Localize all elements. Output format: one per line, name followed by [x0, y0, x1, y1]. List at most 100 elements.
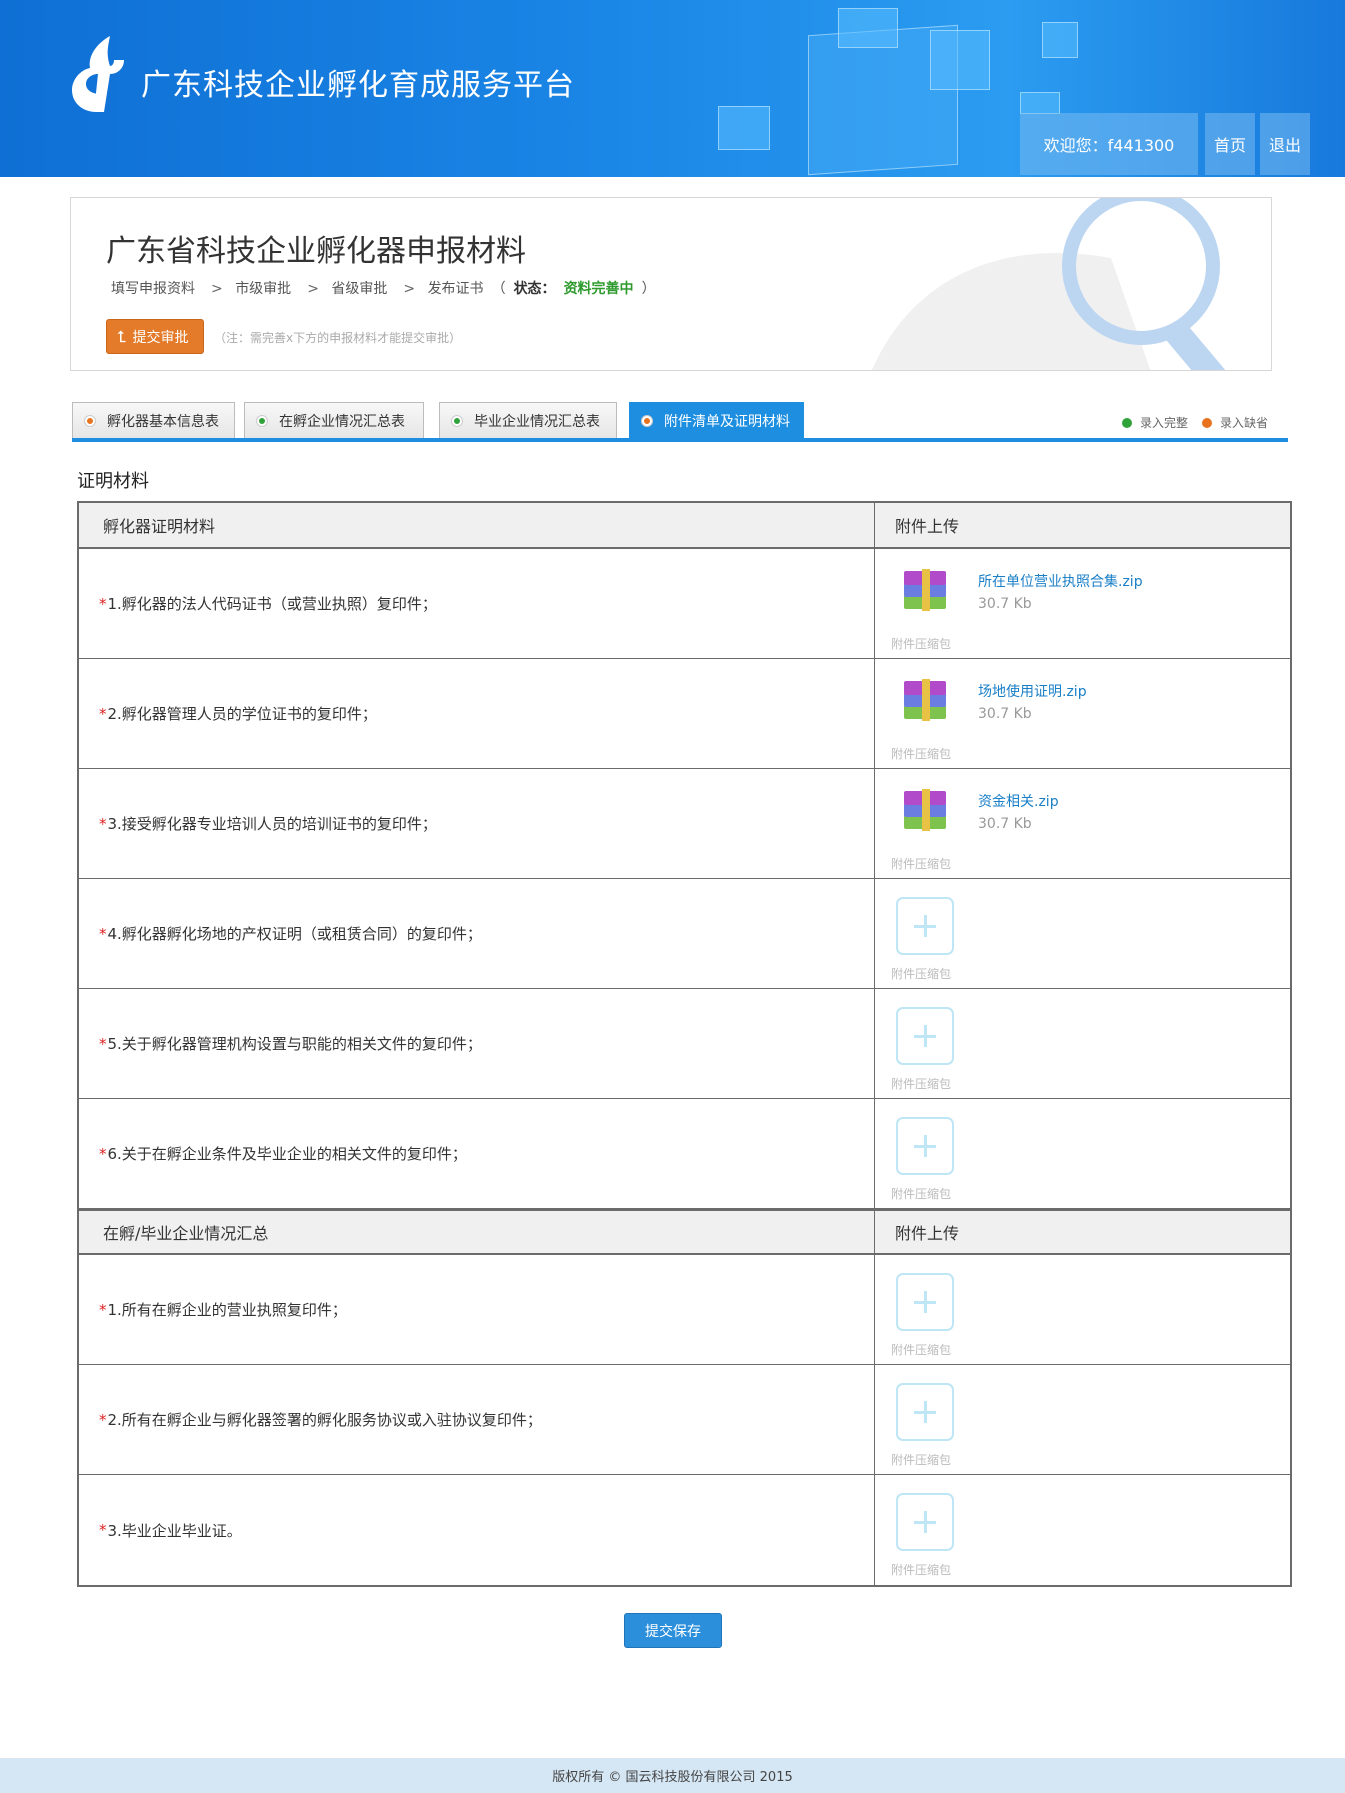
upload-hint: 附件压缩包	[891, 747, 952, 761]
material-text: 3.毕业企业毕业证。	[107, 1521, 242, 1540]
application-summary-card: 广东省科技企业孵化器申报材料 填写申报资料 > 市级审批 > 省级审批 > 发布证书 （…	[70, 197, 1272, 371]
welcome-user: 欢迎您：f441300	[1020, 113, 1198, 175]
state-label: 状态：	[513, 281, 556, 297]
plus-icon	[923, 915, 927, 937]
attachment-link[interactable]: 所在单位营业执照合集.zip	[978, 571, 1143, 591]
header-enterprise-summary: 在孵/毕业企业情况汇总	[79, 1211, 875, 1253]
tab-label: 在孵企业情况汇总表	[279, 413, 405, 430]
table-header: 在孵/毕业企业情况汇总 附件上传	[79, 1209, 1290, 1255]
header-upload: 附件上传	[895, 517, 960, 536]
table-header: 孵化器证明材料 附件上传	[79, 503, 1290, 549]
save-button[interactable]: 提交保存	[624, 1613, 722, 1648]
upload-hint: 附件压缩包	[891, 1077, 952, 1091]
add-attachment-button[interactable]	[896, 1383, 954, 1441]
material-description: * 4.孵化器孵化场地的产权证明（或租赁合同）的复印件；	[79, 879, 875, 988]
required-mark: *	[99, 1034, 107, 1053]
zip-archive-icon[interactable]	[898, 675, 952, 729]
table-row: * 4.孵化器孵化场地的产权证明（或租赁合同）的复印件； 附件压缩包	[79, 879, 1290, 989]
upload-cell: 附件压缩包	[875, 1475, 1290, 1585]
material-text: 5.关于孵化器管理机构设置与职能的相关文件的复印件；	[107, 1035, 482, 1053]
submit-note: （注：需完善x下方的申报材料才能提交审批）	[214, 331, 462, 345]
add-attachment-button[interactable]	[896, 1273, 954, 1331]
table-row: * 5.关于孵化器管理机构设置与职能的相关文件的复印件； 附件压缩包	[79, 989, 1290, 1099]
upload-hint: 附件压缩包	[891, 637, 952, 651]
legend-incomplete: 录入缺省	[1219, 416, 1268, 430]
tab-attachments[interactable]: 附件清单及证明材料	[629, 402, 804, 438]
attachments-table: 孵化器证明材料 附件上传 * 1.孵化器的法人代码证书（或营业执照）复印件； 所在…	[77, 501, 1292, 1587]
status-dot-icon	[452, 415, 462, 426]
status-legend: 录入完整 录入缺省	[1108, 414, 1268, 431]
material-text: 2.孵化器管理人员的学位证书的复印件；	[107, 705, 377, 723]
page-title: 广东省科技企业孵化器申报材料	[106, 234, 526, 269]
home-link[interactable]: 首页	[1205, 113, 1255, 175]
upload-cell: 场地使用证明.zip 30.7 Kb 附件压缩包	[875, 659, 1290, 768]
submit-review-label: 提交审批	[132, 329, 189, 346]
add-attachment-button[interactable]	[896, 897, 954, 955]
state-open-paren: （	[491, 281, 506, 297]
material-description: * 6.关于在孵企业条件及毕业企业的相关文件的复印件；	[79, 1099, 875, 1208]
material-text: 3.接受孵化器专业培训人员的培训证书的复印件；	[107, 815, 437, 833]
step-separator: >	[403, 281, 416, 297]
material-description: * 5.关于孵化器管理机构设置与职能的相关文件的复印件；	[79, 989, 875, 1098]
step-fill: 填写申报资料	[111, 281, 195, 297]
required-mark: *	[99, 594, 107, 613]
material-text: 1.孵化器的法人代码证书（或营业执照）复印件；	[107, 595, 437, 613]
upload-cell: 附件压缩包	[875, 1255, 1290, 1364]
add-attachment-button[interactable]	[896, 1007, 954, 1065]
status-dot-icon	[257, 415, 267, 426]
file-size: 30.7 Kb	[978, 706, 1032, 722]
plus-icon	[923, 1135, 927, 1157]
upload-cell: 附件压缩包	[875, 1099, 1290, 1208]
required-mark: *	[99, 704, 107, 723]
plus-icon	[923, 1401, 927, 1423]
header-banner: 广东科技企业孵化育成服务平台 欢迎您：f441300 首页 退出	[0, 0, 1345, 177]
material-description: * 3.接受孵化器专业培训人员的培训证书的复印件；	[79, 769, 875, 878]
required-mark: *	[99, 1300, 107, 1319]
upload-cell: 所在单位营业执照合集.zip 30.7 Kb 附件压缩包	[875, 549, 1290, 658]
table-row: * 3.毕业企业毕业证。 附件压缩包	[79, 1475, 1290, 1585]
attachment-link[interactable]: 场地使用证明.zip	[978, 681, 1087, 701]
material-description: * 1.所有在孵企业的营业执照复印件；	[79, 1255, 875, 1364]
zip-archive-icon[interactable]	[898, 785, 952, 839]
upload-cell: 资金相关.zip 30.7 Kb 附件压缩包	[875, 769, 1290, 878]
status-dot-icon	[642, 415, 652, 426]
magnifier-watermark-icon	[871, 198, 1227, 370]
submit-review-button[interactable]: ⮤ 提交审批	[106, 319, 204, 354]
add-attachment-button[interactable]	[896, 1493, 954, 1551]
material-description: * 3.毕业企业毕业证。	[79, 1475, 875, 1585]
attachment-link[interactable]: 资金相关.zip	[978, 791, 1059, 811]
table-row: * 1.所有在孵企业的营业执照复印件； 附件压缩包	[79, 1255, 1290, 1365]
footer-copyright: 版权所有 © 国云科技股份有限公司 2015	[0, 1758, 1345, 1793]
legend-complete: 录入完整	[1139, 416, 1188, 430]
table-row: * 2.所有在孵企业与孵化器签署的孵化服务协议或入驻协议复印件； 附件压缩包	[79, 1365, 1290, 1475]
form-tabs: 孵化器基本信息表 在孵企业情况汇总表 毕业企业情况汇总表 附件清单及证明材料 录…	[72, 402, 1288, 442]
table-row: * 6.关于在孵企业条件及毕业企业的相关文件的复印件； 附件压缩包	[79, 1099, 1290, 1209]
status-badge: 资料完善中	[563, 281, 634, 297]
required-mark: *	[99, 814, 107, 833]
required-mark: *	[99, 1521, 107, 1539]
upload-hint: 附件压缩包	[891, 967, 952, 981]
tab-graduated-summary[interactable]: 毕业企业情况汇总表	[439, 402, 617, 438]
logout-link[interactable]: 退出	[1260, 113, 1310, 175]
material-description: * 2.所有在孵企业与孵化器签署的孵化服务协议或入驻协议复印件；	[79, 1365, 875, 1474]
plus-icon	[923, 1291, 927, 1313]
tab-label: 孵化器基本信息表	[107, 413, 219, 430]
material-description: * 2.孵化器管理人员的学位证书的复印件；	[79, 659, 875, 768]
status-dot-icon	[85, 415, 95, 426]
file-size: 30.7 Kb	[978, 596, 1032, 612]
upload-hint: 附件压缩包	[891, 1453, 952, 1467]
material-text: 6.关于在孵企业条件及毕业企业的相关文件的复印件；	[107, 1145, 467, 1163]
table-row: * 3.接受孵化器专业培训人员的培训证书的复印件； 资金相关.zip 30.7 K…	[79, 769, 1290, 879]
file-size: 30.7 Kb	[978, 816, 1032, 832]
approval-steps: 填写申报资料 > 市级审批 > 省级审批 > 发布证书 （ 状态： 资料完善中 ）	[111, 278, 664, 298]
add-attachment-button[interactable]	[896, 1117, 954, 1175]
platform-logo-icon	[72, 36, 124, 112]
tab-label: 毕业企业情况汇总表	[474, 413, 600, 430]
table-row: * 1.孵化器的法人代码证书（或营业执照）复印件； 所在单位营业执照合集.zip …	[79, 549, 1290, 659]
tab-basic-info[interactable]: 孵化器基本信息表	[72, 402, 235, 438]
tab-incubating-summary[interactable]: 在孵企业情况汇总表	[244, 402, 424, 438]
upload-hint: 附件压缩包	[891, 1563, 952, 1577]
step-certificate: 发布证书	[427, 281, 484, 297]
state-close-paren: ）	[641, 281, 656, 297]
zip-archive-icon[interactable]	[898, 565, 952, 619]
